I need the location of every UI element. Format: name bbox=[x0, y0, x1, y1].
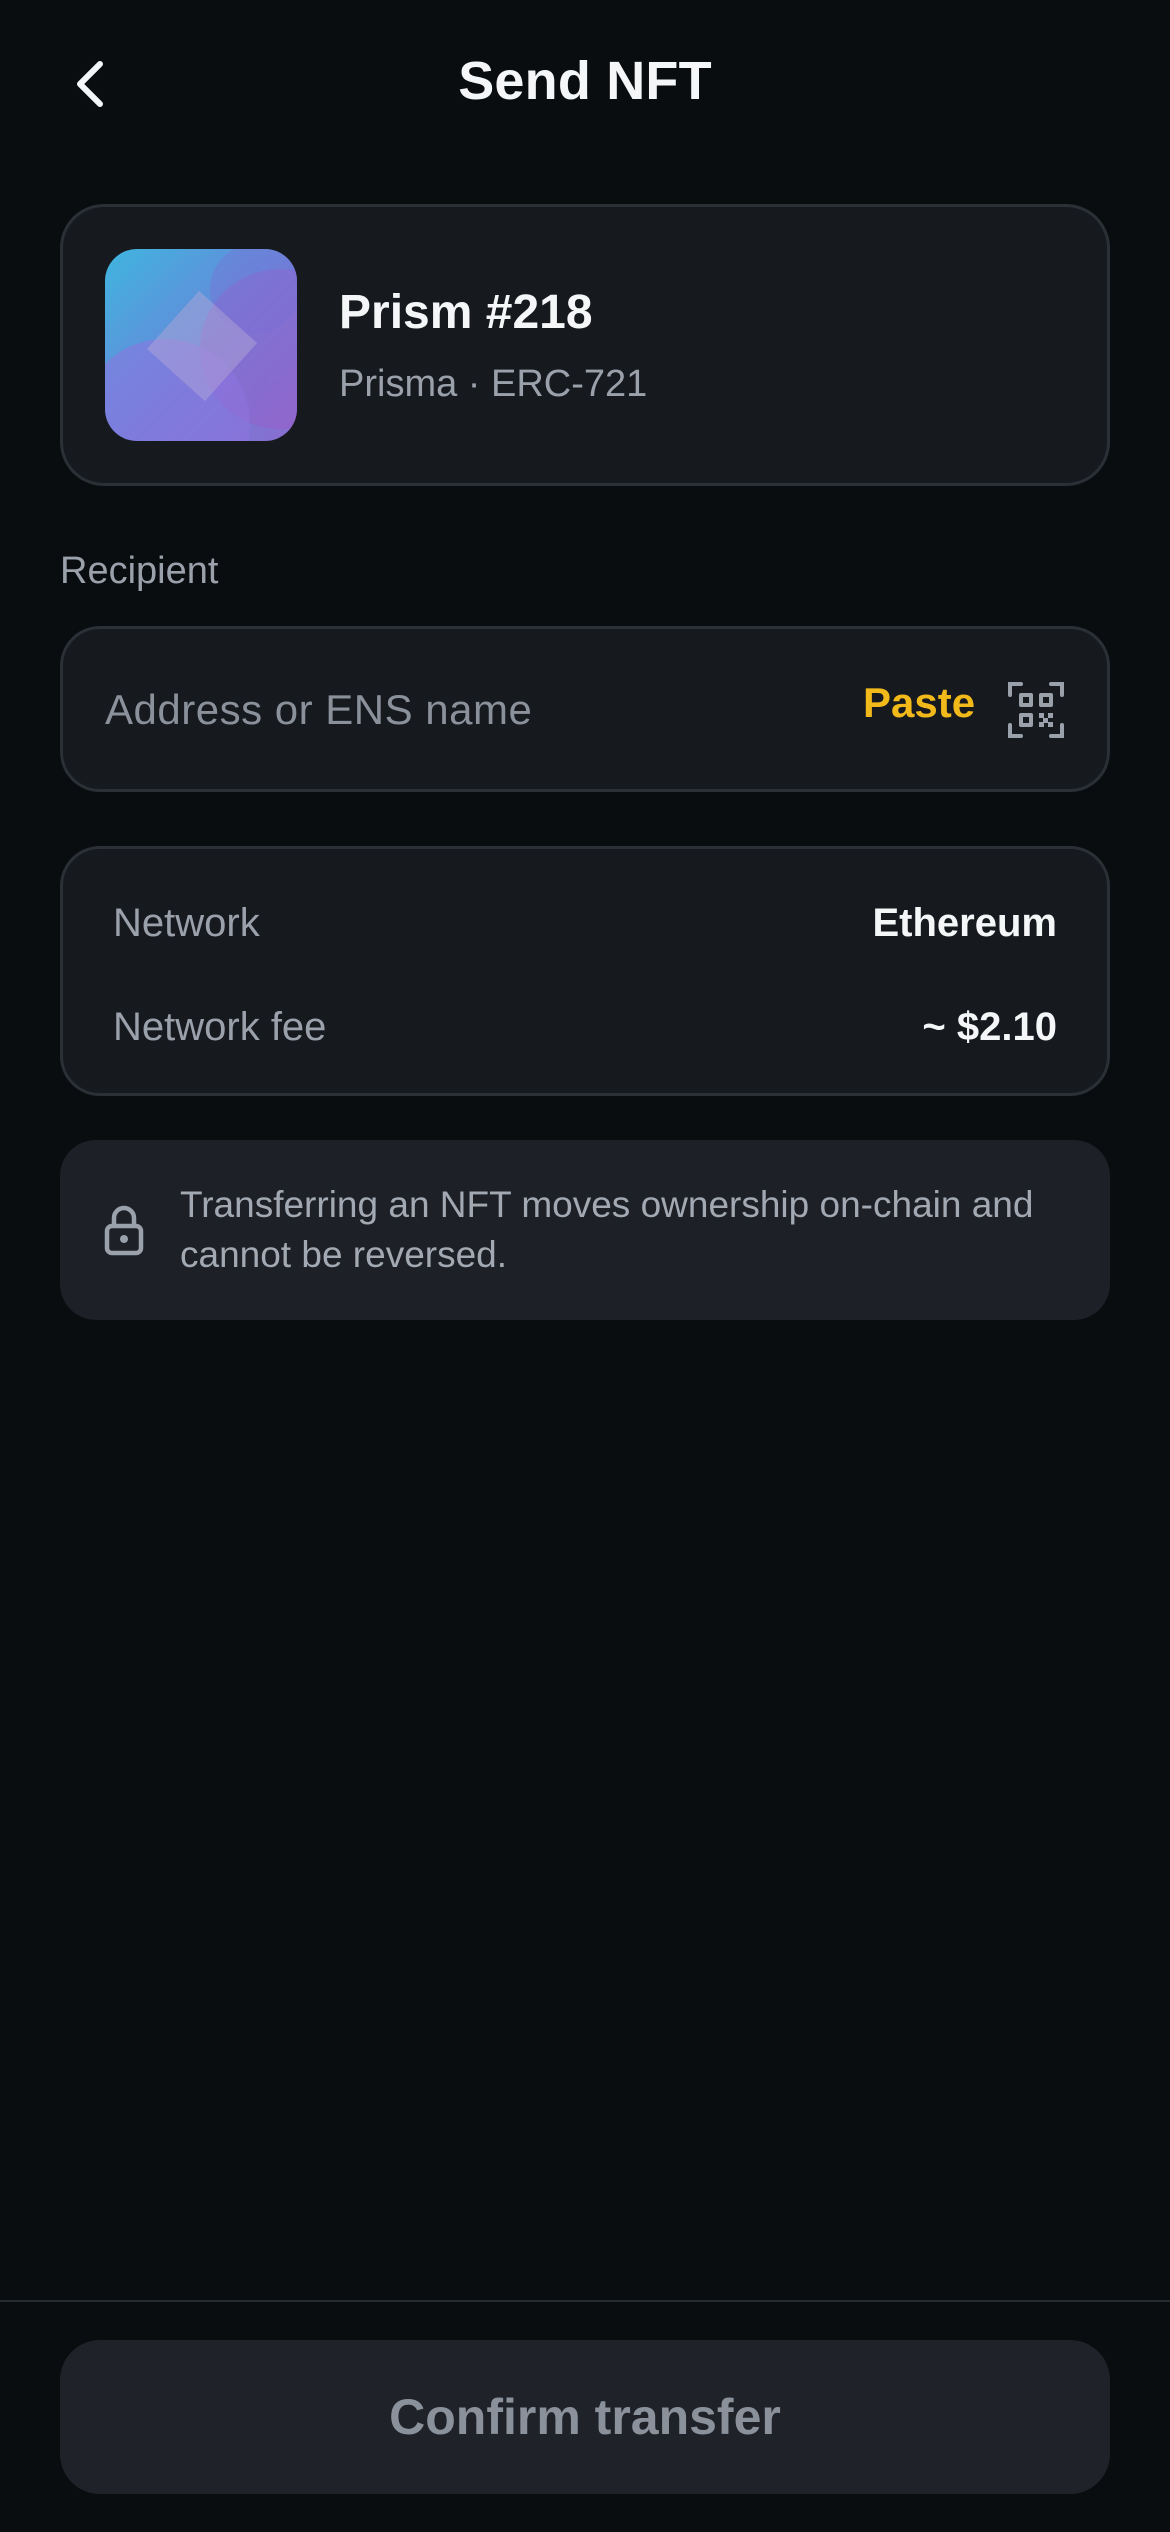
nft-name: Prism #218 bbox=[339, 286, 593, 339]
recipient-label: Recipient bbox=[60, 550, 219, 592]
page-title: Send NFT bbox=[458, 51, 712, 111]
qr-scan-button[interactable] bbox=[1007, 681, 1065, 739]
notice-text: Transferring an NFT moves ownership on-c… bbox=[180, 1184, 1034, 1275]
header: Send NFT bbox=[0, 0, 1170, 168]
nft-thumbnail bbox=[105, 249, 297, 441]
network-value: Ethereum bbox=[872, 901, 1058, 945]
send-nft-screen: Send NFT Prism #218 Prisma · ERC-721 Rec… bbox=[0, 0, 1170, 2532]
network-label: Network bbox=[113, 901, 260, 945]
paste-button[interactable]: Paste bbox=[863, 679, 975, 727]
recipient-field: Paste bbox=[60, 626, 1110, 792]
transfer-details-card: Network Ethereum Network fee ~ $2.10 bbox=[60, 846, 1110, 1096]
nft-card: Prism #218 Prisma · ERC-721 bbox=[60, 204, 1110, 486]
lock-icon bbox=[104, 1205, 144, 1256]
irreversible-notice: Transferring an NFT moves ownership on-c… bbox=[60, 1140, 1110, 1320]
nft-collection: Prisma · ERC-721 bbox=[339, 363, 648, 405]
network-fee-label: Network fee bbox=[113, 1005, 327, 1049]
qr-scan-icon bbox=[1008, 682, 1064, 738]
network-fee-value: ~ $2.10 bbox=[922, 1005, 1057, 1049]
recipient-address-input[interactable] bbox=[105, 669, 785, 751]
confirm-transfer-button[interactable]: Confirm transfer bbox=[60, 2340, 1110, 2494]
footer-divider bbox=[0, 2300, 1170, 2302]
